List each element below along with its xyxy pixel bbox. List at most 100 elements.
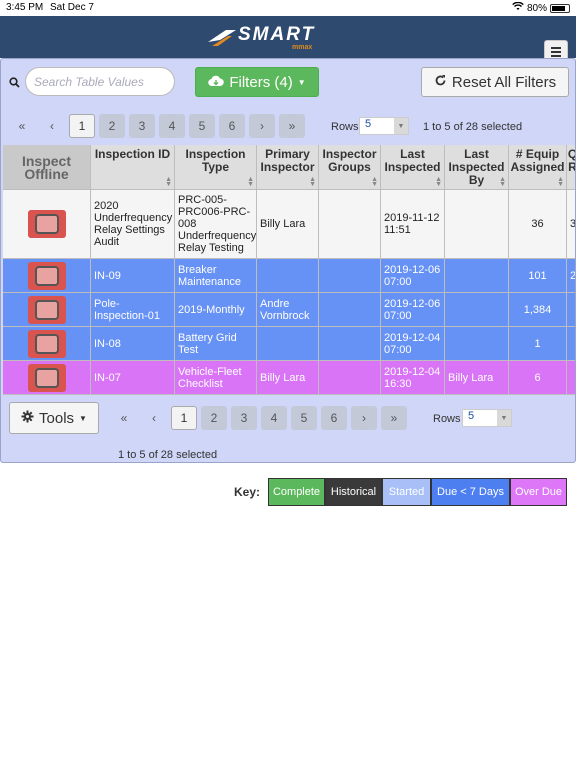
header-inspection-id[interactable]: Inspection ID ▲ ▼ (91, 145, 175, 190)
table-row[interactable]: 2020 Underfrequency Relay Settings Audit… (3, 190, 575, 259)
first-page-button[interactable]: « (9, 114, 35, 138)
offline-toggle-button[interactable] (27, 329, 66, 358)
header-inspection-type[interactable]: Inspection Type ▲ ▼ (175, 145, 257, 190)
header-inspector-groups[interactable]: Inspector Groups ▲ ▼ (319, 145, 381, 190)
cell-q (567, 327, 575, 361)
filters-button[interactable]: Filters (4) ▼ (195, 67, 319, 97)
rows-per-page-select[interactable]: 5 ▼ (359, 117, 409, 135)
page-button[interactable]: 3 (129, 114, 155, 138)
table-row[interactable]: IN-09 Breaker Maintenance 2019-12-06 07:… (3, 259, 575, 293)
rows-label: Rows (433, 413, 461, 425)
page-button[interactable]: 1 (69, 114, 95, 138)
cell-last-inspected: 2019-12-06 07:00 (381, 259, 445, 293)
caret-down-icon: ▼ (79, 413, 87, 423)
next-page-button[interactable]: › (249, 114, 275, 138)
page-button[interactable]: 1 (171, 406, 197, 430)
caret-down-icon: ▼ (297, 77, 306, 87)
offline-toggle-button[interactable] (27, 363, 66, 392)
table-row[interactable]: Pole-Inspection-01 2019-Monthly Andre Vo… (3, 293, 575, 327)
tools-button[interactable]: Tools ▼ (9, 402, 99, 434)
logo-swoosh-icon (208, 30, 236, 46)
cell-inspection-type: 2019-Monthly (175, 293, 257, 327)
cell-inspection-id: Pole-Inspection-01 (91, 293, 175, 327)
page-button[interactable]: 5 (189, 114, 215, 138)
cloud-download-icon (208, 74, 225, 91)
hamburger-line (551, 47, 561, 49)
last-page-button[interactable]: » (381, 406, 407, 430)
refresh-icon (434, 74, 447, 91)
offline-toggle-icon (34, 214, 59, 234)
next-page-button[interactable]: › (351, 406, 377, 430)
reset-filters-button[interactable]: Reset All Filters (421, 67, 569, 97)
search-input[interactable] (25, 67, 175, 96)
sort-icon: ▲ ▼ (309, 176, 316, 188)
hamburger-line (551, 55, 561, 57)
battery-percent: 80% (526, 2, 547, 14)
cell-last-inspected: 2019-12-06 07:00 (381, 293, 445, 327)
cell-inspection-type: Vehicle-Fleet Checklist (175, 361, 257, 395)
status-time: 3:45 PM (6, 2, 44, 13)
cell-last-inspected: 2019-12-04 07:00 (381, 327, 445, 361)
table-row[interactable]: IN-07 Vehicle-Fleet Checklist Billy Lara… (3, 361, 575, 395)
battery-icon (550, 3, 570, 13)
cell-inspector-groups (319, 361, 381, 395)
offline-toggle-icon (34, 265, 59, 286)
cell-equip-assigned: 1,384 (509, 293, 567, 327)
app-header: SMART mmax (0, 16, 576, 64)
cell-q: 3 (567, 190, 575, 259)
cell-inspection-type: Breaker Maintenance (175, 259, 257, 293)
table-header-row: Inspect Offline Inspection ID ▲ ▼ Inspecti… (3, 145, 575, 190)
cell-last-inspected-by (445, 327, 509, 361)
table-row[interactable]: IN-08 Battery Grid Test 2019-12-04 07:00… (3, 327, 575, 361)
rows-per-page-select[interactable]: 5 ▼ (462, 409, 512, 427)
cell-equip-assigned: 6 (509, 361, 567, 395)
status-date: Sat Dec 7 (50, 2, 94, 13)
page-button[interactable]: 6 (321, 406, 347, 430)
header-equip-assigned[interactable]: # Equip Assigned ▲ ▼ (509, 145, 567, 190)
offline-toggle-button[interactable] (27, 210, 66, 238)
cell-inspection-type: Battery Grid Test (175, 327, 257, 361)
cell-inspector-groups (319, 327, 381, 361)
last-page-button[interactable]: » (279, 114, 305, 138)
header-last-inspected-by[interactable]: Last Inspected By ▲ ▼ (445, 145, 509, 190)
cell-last-inspected: 2019-12-04 16:30 (381, 361, 445, 395)
header-primary-inspector[interactable]: Primary Inspector ▲ ▼ (257, 145, 319, 190)
page-button[interactable]: 3 (231, 406, 257, 430)
offline-toggle-icon (34, 299, 59, 320)
page-button[interactable]: 5 (291, 406, 317, 430)
sort-icon: ▲ ▼ (435, 176, 442, 188)
sort-icon: ▲ ▼ (247, 176, 254, 188)
offline-cell (3, 190, 91, 259)
cell-inspection-id: 2020 Underfrequency Relay Settings Audit (91, 190, 175, 259)
first-page-button[interactable]: « (111, 406, 137, 430)
header-last-inspected[interactable]: Last Inspected ▲ ▼ (381, 145, 445, 190)
cell-last-inspected-by (445, 259, 509, 293)
hamburger-line (551, 51, 561, 53)
cell-inspector-groups (319, 190, 381, 259)
page-button[interactable]: 4 (261, 406, 287, 430)
chevron-down-icon: ▼ (394, 118, 408, 134)
chevron-down-icon: ▼ (497, 410, 511, 426)
header-inspect-offline[interactable]: Inspect Offline (3, 145, 91, 190)
cell-primary-inspector (257, 259, 319, 293)
table-panel: Filters (4) ▼ Reset All Filters « ‹ 1 2 … (0, 58, 576, 463)
offline-toggle-button[interactable] (27, 295, 66, 324)
header-q-r[interactable]: Q R (567, 145, 575, 190)
page-button[interactable]: 2 (201, 406, 227, 430)
cell-primary-inspector: Billy Lara (257, 361, 319, 395)
wifi-icon (512, 1, 524, 14)
offline-cell (3, 259, 91, 293)
header-label: Inspection ID (94, 147, 171, 161)
offline-toggle-button[interactable] (27, 261, 66, 290)
prev-page-button[interactable]: ‹ (141, 406, 167, 430)
prev-page-button[interactable]: ‹ (39, 114, 65, 138)
cell-q: 2 (567, 259, 575, 293)
page-button[interactable]: 6 (219, 114, 245, 138)
page-button[interactable]: 4 (159, 114, 185, 138)
top-pagination: « ‹ 1 2 3 4 5 6 › » (9, 114, 309, 138)
selected-count: 1 to 5 of 28 selected (118, 449, 218, 461)
page-button[interactable]: 2 (99, 114, 125, 138)
cell-last-inspected-by (445, 293, 509, 327)
key-item-started: Started (382, 478, 432, 506)
cell-last-inspected-by (445, 190, 509, 259)
